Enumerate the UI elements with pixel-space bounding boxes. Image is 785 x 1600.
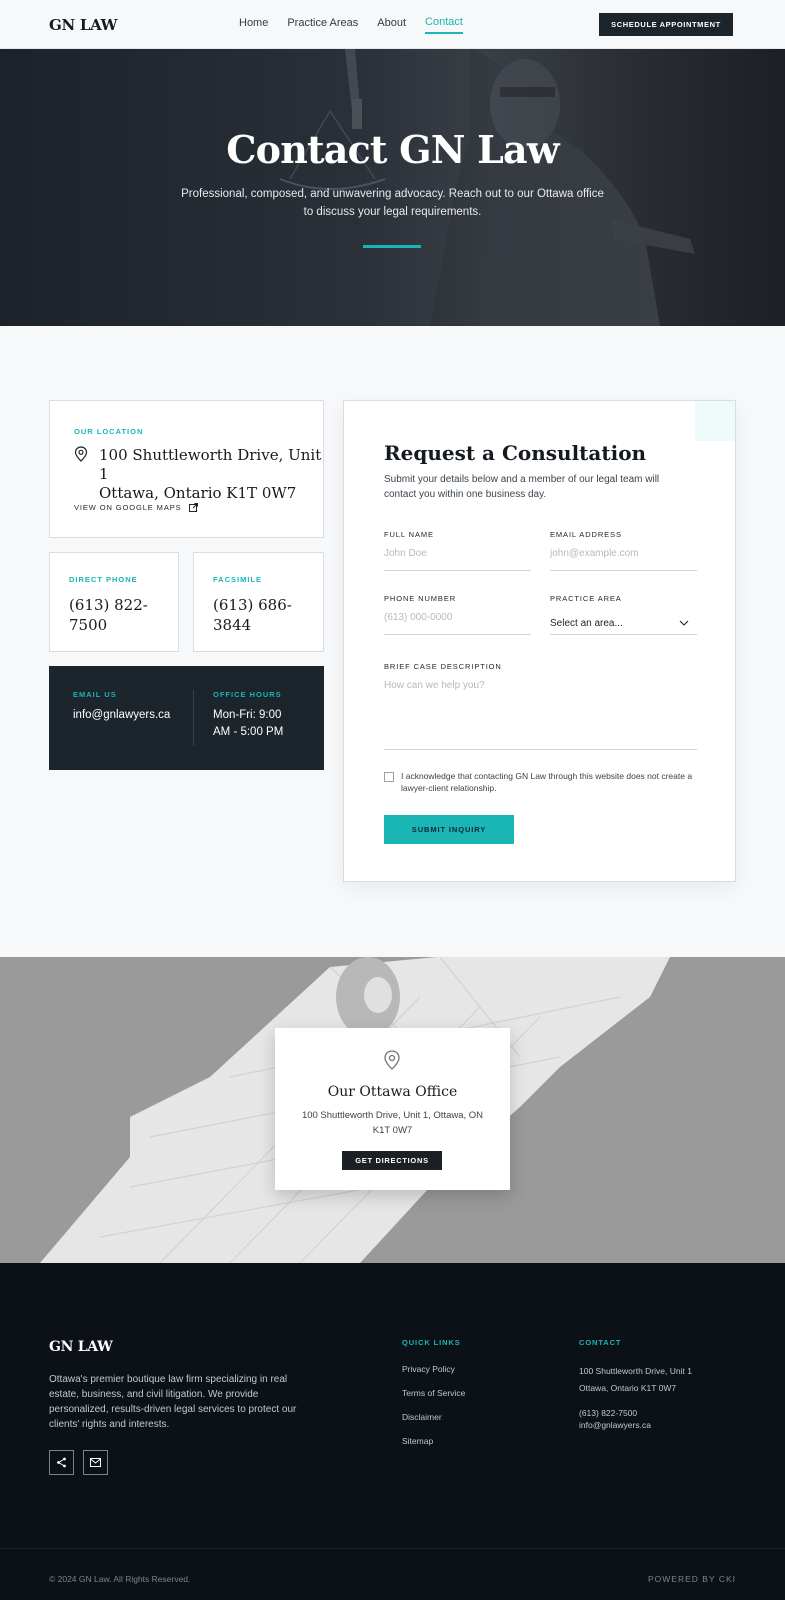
- description-textarea[interactable]: How can we help you?: [384, 680, 697, 750]
- office-card: Our Ottawa Office 100 Shuttleworth Drive…: [275, 1028, 510, 1190]
- phone-number[interactable]: (613) 822-7500: [69, 595, 169, 635]
- fax-card: FACSIMILE (613) 686-3844: [193, 552, 324, 652]
- acknowledge-text: I acknowledge that contacting GN Law thr…: [401, 771, 693, 793]
- footer: GN LAW Ottawa's premier boutique law fir…: [0, 1263, 785, 1600]
- footer-about: Ottawa's premier boutique law firm speci…: [49, 1374, 297, 1430]
- share-icon: [57, 1457, 66, 1468]
- chevron-down-icon: [679, 620, 689, 626]
- google-maps-link-label: VIEW ON GOOGLE MAPS: [74, 503, 182, 512]
- hero: Contact GN Law Professional, composed, a…: [0, 49, 785, 326]
- location-card: OUR LOCATION 100 Shuttleworth Drive, Uni…: [49, 400, 324, 538]
- top-nav: GN LAW Home Practice Areas About Contact…: [0, 0, 785, 49]
- email-address[interactable]: info@gnlawyers.ca: [73, 707, 170, 724]
- location-address: 100 Shuttleworth Drive, Unit 1 Ottawa, O…: [99, 446, 323, 503]
- nav-link-about[interactable]: About: [377, 17, 406, 35]
- practice-area-field: PRACTICE AREA Select an area...: [550, 594, 697, 635]
- footer-address-line2: Ottawa, Ontario K1T 0W7: [579, 1383, 677, 1393]
- hero-title: Contact GN Law: [226, 127, 559, 172]
- footer-address-line1: 100 Shuttleworth Drive, Unit 1: [579, 1366, 692, 1376]
- schedule-appointment-button[interactable]: SCHEDULE APPOINTMENT: [599, 13, 733, 36]
- footer-link-disclaimer[interactable]: Disclaimer: [402, 1412, 465, 1422]
- map-pin-icon: [384, 1050, 400, 1070]
- phone-label: PHONE NUMBER: [384, 594, 457, 603]
- location-eyebrow: OUR LOCATION: [74, 427, 144, 436]
- submit-inquiry-button[interactable]: SUBMIT INQUIRY: [384, 815, 514, 844]
- email-eyebrow: EMAIL US: [73, 690, 117, 699]
- form-title: Request a Consultation: [384, 441, 647, 465]
- map-pin-icon: [74, 446, 88, 462]
- footer-link-terms[interactable]: Terms of Service: [402, 1388, 465, 1398]
- google-maps-link[interactable]: VIEW ON GOOGLE MAPS: [74, 503, 198, 512]
- email-input[interactable]: john@example.com: [550, 548, 697, 571]
- acknowledge-row: I acknowledge that contacting GN Law thr…: [384, 770, 697, 794]
- get-directions-button[interactable]: GET DIRECTIONS: [342, 1151, 442, 1170]
- footer-link-sitemap[interactable]: Sitemap: [402, 1436, 465, 1446]
- nav-link-practice-areas[interactable]: Practice Areas: [287, 17, 358, 35]
- hours-line1: Mon-Fri: 9:00: [213, 709, 282, 721]
- consultation-form: Request a Consultation Submit your detai…: [343, 400, 736, 882]
- form-subtitle: Submit your details below and a member o…: [384, 474, 660, 500]
- location-address-line1: 100 Shuttleworth Drive, Unit 1: [99, 446, 322, 483]
- phone-field: PHONE NUMBER (613) 000-0000: [384, 594, 531, 635]
- site-logo[interactable]: GN LAW: [49, 16, 118, 34]
- phone-card: DIRECT PHONE (613) 822-7500: [49, 552, 179, 652]
- fax-number: (613) 686-3844: [213, 596, 292, 634]
- share-button[interactable]: [49, 1450, 74, 1475]
- description-label: BRIEF CASE DESCRIPTION: [384, 662, 502, 671]
- contact-title: CONTACT: [579, 1338, 622, 1347]
- quick-links: Privacy Policy Terms of Service Disclaim…: [402, 1364, 465, 1460]
- mail-button[interactable]: [83, 1450, 108, 1475]
- phone-eyebrow: DIRECT PHONE: [69, 575, 138, 584]
- footer-contact: 100 Shuttleworth Drive, Unit 1 Ottawa, O…: [579, 1363, 729, 1431]
- footer-divider: [0, 1548, 785, 1549]
- hours-eyebrow: OFFICE HOURS: [213, 690, 282, 699]
- practice-area-select[interactable]: Select an area...: [550, 612, 697, 635]
- form-corner-accent: [695, 401, 735, 441]
- full-name-field: FULL NAME John Doe: [384, 530, 531, 571]
- office-title: Our Ottawa Office: [327, 1084, 458, 1100]
- nav-link-contact[interactable]: Contact: [425, 16, 463, 34]
- copyright: © 2024 GN Law. All Rights Reserved.: [49, 1574, 191, 1584]
- location-address-line2: Ottawa, Ontario K1T 0W7: [99, 484, 297, 502]
- acknowledge-checkbox[interactable]: [384, 772, 394, 782]
- mail-icon: [90, 1458, 101, 1467]
- footer-link-privacy[interactable]: Privacy Policy: [402, 1364, 465, 1374]
- hours-block: OFFICE HOURS Mon-Fri: 9:00 AM - 5:00 PM: [213, 690, 283, 741]
- hero-subtitle: Professional, composed, and unwavering a…: [181, 188, 604, 218]
- full-name-label: FULL NAME: [384, 530, 434, 539]
- email-hours-card: EMAIL US info@gnlawyers.ca OFFICE HOURS …: [49, 666, 324, 770]
- footer-phone[interactable]: (613) 822-7500: [579, 1407, 729, 1419]
- footer-email[interactable]: info@gnlawyers.ca: [579, 1419, 729, 1431]
- fax-eyebrow: FACSIMILE: [213, 575, 263, 584]
- quick-links-title: QUICK LINKS: [402, 1338, 461, 1347]
- office-address: 100 Shuttleworth Drive, Unit 1, Ottawa, …: [301, 1110, 484, 1136]
- email-label: EMAIL ADDRESS: [550, 530, 622, 539]
- nav-links: Home Practice Areas About Contact: [239, 16, 463, 35]
- powered-by[interactable]: POWERED BY CKI: [648, 1574, 736, 1584]
- description-field: BRIEF CASE DESCRIPTION How can we help y…: [384, 662, 697, 750]
- hero-accent-rule: [363, 245, 421, 248]
- hours-line2: AM - 5:00 PM: [213, 726, 284, 738]
- divider: [193, 690, 194, 746]
- email-block: EMAIL US info@gnlawyers.ca: [73, 690, 170, 724]
- phone-input[interactable]: (613) 000-0000: [384, 612, 531, 635]
- footer-logo[interactable]: GN LAW: [49, 1339, 113, 1355]
- email-field: EMAIL ADDRESS john@example.com: [550, 530, 697, 571]
- practice-area-label: PRACTICE AREA: [550, 594, 622, 603]
- nav-link-home[interactable]: Home: [239, 17, 268, 35]
- practice-area-value: Select an area...: [550, 617, 623, 629]
- hours-value: Mon-Fri: 9:00 AM - 5:00 PM: [213, 707, 283, 741]
- external-link-icon: [188, 503, 198, 512]
- full-name-input[interactable]: John Doe: [384, 548, 531, 571]
